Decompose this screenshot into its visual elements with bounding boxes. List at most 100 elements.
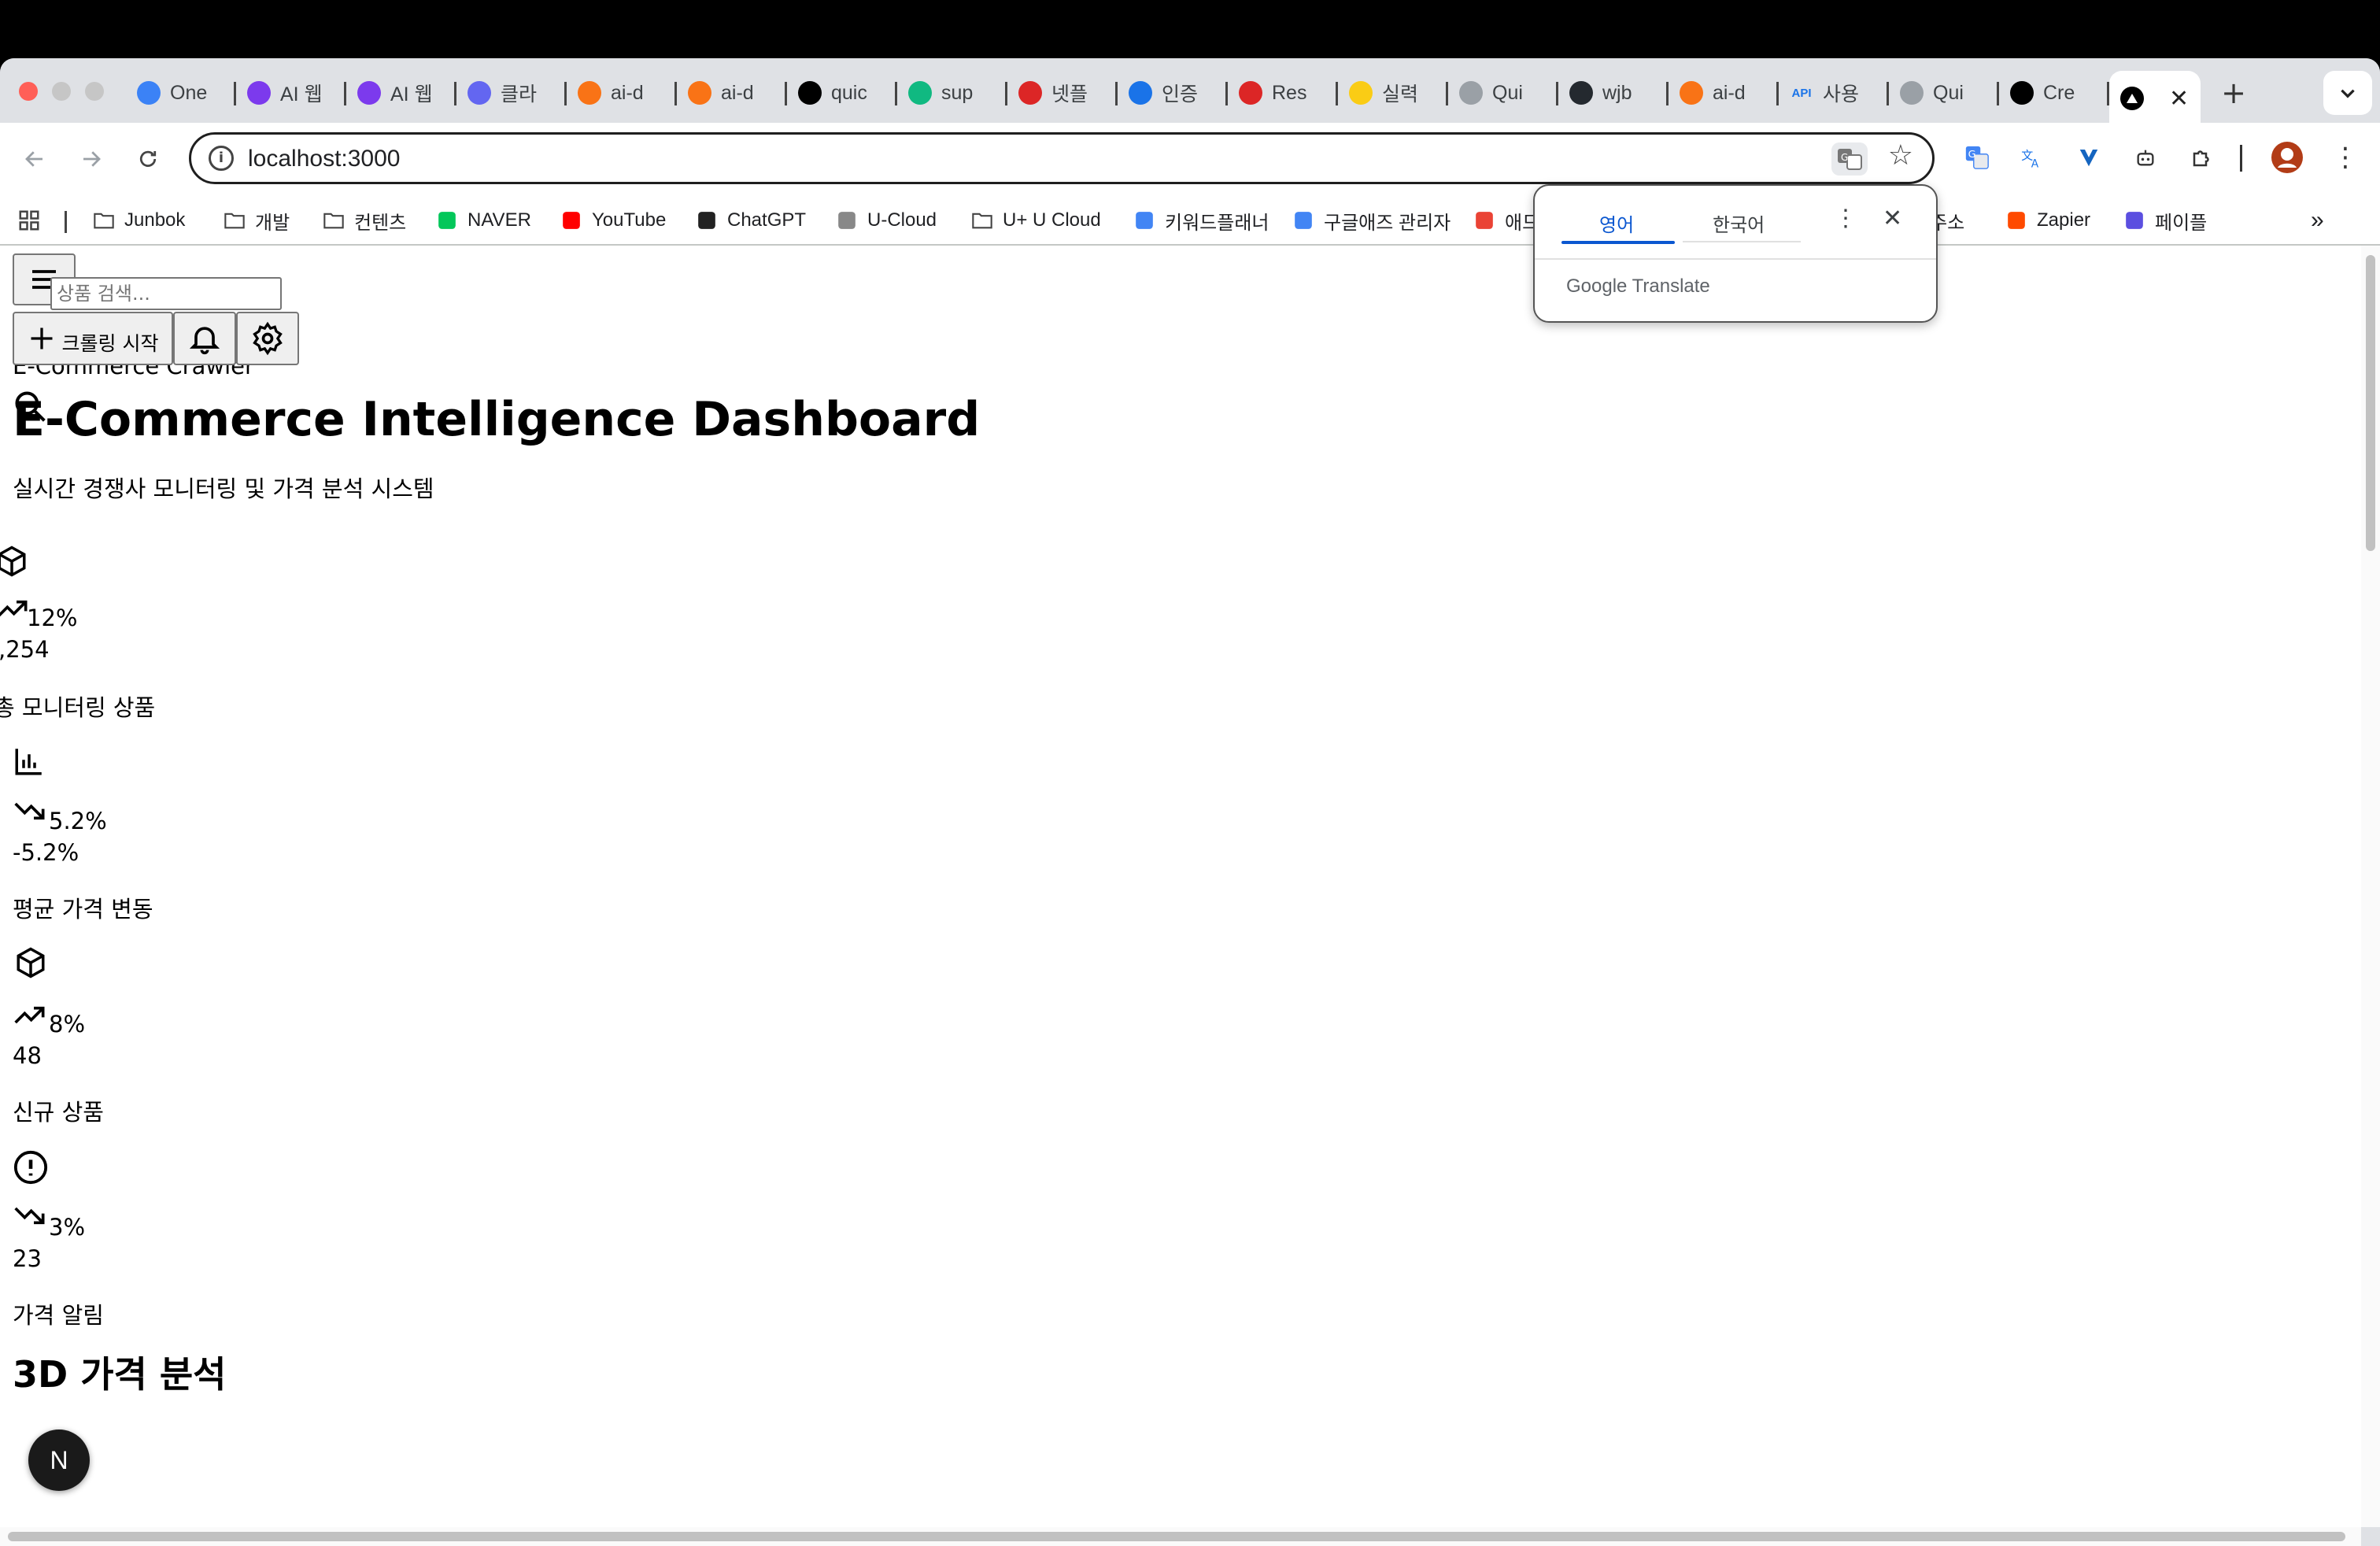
bookmark-item[interactable]: U+ U Cloud — [971, 206, 1101, 235]
stat-1-trending-up-icon — [0, 597, 28, 620]
reload-icon — [139, 150, 157, 167]
browser-tab-label: Qui — [1492, 81, 1523, 104]
bookmark-item[interactable]: 컨텐츠 — [323, 206, 406, 235]
translate-tab-source[interactable]: 영어 — [1599, 209, 1634, 237]
bookmark-item[interactable]: ChatGPT — [696, 206, 806, 235]
translate-close-icon[interactable]: ✕ — [1883, 205, 1902, 232]
flame-icon — [688, 81, 711, 105]
browser-tab[interactable]: AI 웹 — [346, 71, 456, 115]
bookmark-item[interactable]: 페이플 — [2123, 206, 2207, 235]
site-info-icon[interactable]: i — [209, 146, 234, 171]
stat-4-alert-circle-icon — [13, 1149, 49, 1185]
browser-tab-label: One — [170, 81, 208, 104]
browser-tab[interactable]: 실력 — [1338, 71, 1448, 115]
browser-tab[interactable]: ai-d — [677, 71, 787, 115]
close-window-button[interactable] — [19, 82, 38, 101]
url-text[interactable]: localhost:3000 — [248, 146, 400, 172]
browser-tab[interactable]: wjb — [1558, 71, 1669, 115]
zoom-window-button[interactable] — [85, 82, 104, 101]
settings-button[interactable] — [236, 312, 299, 365]
bookmark-item[interactable]: Zapier — [2005, 206, 2090, 235]
globe-icon — [1129, 81, 1152, 105]
translate-divider — [1535, 258, 1936, 260]
shield-icon — [468, 81, 491, 105]
browser-tab[interactable]: One — [126, 71, 236, 115]
browser-toolbar: i localhost:3000 G ☆ G 文A ⋮ — [0, 123, 2380, 195]
browser-tab[interactable]: Res — [1228, 71, 1338, 115]
bookmark-item[interactable]: 개발 — [224, 206, 290, 235]
bookmarks-more-button[interactable]: » — [2311, 206, 2324, 235]
flame-icon — [578, 81, 601, 105]
bookmark-star-icon[interactable]: ☆ — [1888, 139, 1913, 172]
folder-icon — [224, 209, 246, 231]
notifications-button[interactable] — [173, 312, 236, 365]
stat-1-change: 12% — [27, 605, 78, 631]
nextjs-dev-badge[interactable]: N — [28, 1429, 90, 1491]
browser-tab[interactable]: Qui — [1448, 71, 1558, 115]
browser-tab[interactable]: 클라 — [456, 71, 567, 115]
arrow-left-icon — [25, 151, 42, 167]
translate-options-icon[interactable]: ⋮ — [1834, 205, 1857, 232]
naver-icon — [436, 209, 458, 231]
horizontal-scroll-thumb[interactable] — [8, 1532, 2345, 1541]
browser-tab[interactable]: ai-d — [1669, 71, 1779, 115]
browser-tab[interactable]: ai-d — [567, 71, 677, 115]
browser-tab-label: 실력 — [1382, 83, 1419, 105]
browser-tab[interactable]: AI 웹 — [236, 71, 346, 115]
tab-search-button[interactable] — [2323, 71, 2372, 115]
translate-brand-word: Translate — [1632, 276, 1710, 297]
robot-ext-icon[interactable] — [2128, 140, 2163, 175]
browser-tab[interactable]: 인증 — [1118, 71, 1228, 115]
browser-tab[interactable]: Qui — [1889, 71, 1999, 115]
toolbar-divider — [2240, 145, 2242, 172]
close-tab-icon[interactable]: ✕ — [2169, 85, 2189, 113]
stat-2-bar-chart-icon — [13, 745, 46, 778]
translate-ext-icon[interactable]: 文A — [2015, 140, 2049, 175]
profile-avatar[interactable] — [2270, 140, 2304, 175]
vee-ext-icon[interactable] — [2071, 140, 2106, 175]
bookmark-item[interactable]: 키워드플래너 — [1133, 206, 1269, 235]
bookmark-item[interactable]: 구글애즈 관리자 — [1292, 206, 1451, 235]
extensions-puzzle-icon[interactable] — [2185, 140, 2219, 175]
google-translate-ext-icon[interactable]: G — [1960, 140, 1994, 175]
vertical-scroll-thumb[interactable] — [2366, 255, 2375, 551]
bookmarks-bar: Junbok 개발 컨텐츠 NAVER YouTube ChatGPT U-Cloud U+ … — [0, 195, 2380, 246]
minimize-window-button[interactable] — [52, 82, 71, 101]
google-ads-icon — [1133, 209, 1155, 231]
triangle-icon — [2120, 87, 2144, 110]
vertical-scrollbar[interactable] — [2361, 246, 2380, 1527]
horizontal-scrollbar[interactable] — [0, 1527, 2361, 1546]
active-browser-tab[interactable]: ✕ — [2109, 71, 2201, 126]
browser-tab[interactable]: Cre — [1999, 71, 2109, 115]
new-tab-button[interactable]: + — [2210, 71, 2257, 115]
browser-tab[interactable]: 넷플 — [1007, 71, 1118, 115]
translate-tab-target[interactable]: 한국어 — [1713, 209, 1765, 237]
apps-grid-icon[interactable] — [17, 206, 41, 235]
bookmark-item[interactable]: YouTube — [560, 206, 666, 235]
search-input[interactable] — [50, 277, 282, 310]
globe-icon — [1459, 81, 1483, 105]
back-button[interactable] — [16, 140, 54, 178]
bookmark-item[interactable]: Junbok — [93, 206, 185, 235]
start-crawl-button[interactable]: 크롤링 시작 — [13, 312, 173, 365]
page-viewport: E-Commerce Crawler 크롤링 시작 E-Commerce Int… — [0, 246, 2361, 1527]
more-menu-icon[interactable]: ⋮ — [2328, 140, 2363, 175]
folder-icon — [93, 209, 115, 231]
forward-button[interactable] — [72, 140, 110, 178]
browser-tab[interactable]: sup — [897, 71, 1007, 115]
github-icon — [1569, 81, 1593, 105]
page-subtitle: 실시간 경쟁사 모니터링 및 가격 분석 시스템 — [13, 475, 434, 502]
google-translate-brand: Google Translate — [1566, 276, 1710, 298]
bookmark-item[interactable]: U-Cloud — [836, 206, 937, 235]
browser-tab[interactable]: API 사용 — [1779, 71, 1889, 115]
translate-icon[interactable]: G — [1831, 142, 1868, 176]
cloud-icon — [971, 209, 993, 231]
translate-tab-track — [1683, 241, 1801, 242]
browser-tab[interactable]: quic — [787, 71, 897, 115]
bookmark-label: ChatGPT — [727, 209, 807, 231]
bookmark-item[interactable]: NAVER — [436, 206, 531, 235]
reload-button[interactable] — [129, 140, 167, 178]
address-bar[interactable]: i localhost:3000 G ☆ — [189, 132, 1935, 184]
bookmark-label: U-Cloud — [867, 209, 937, 231]
bookmark-item[interactable]: 애드 — [1473, 206, 1539, 235]
